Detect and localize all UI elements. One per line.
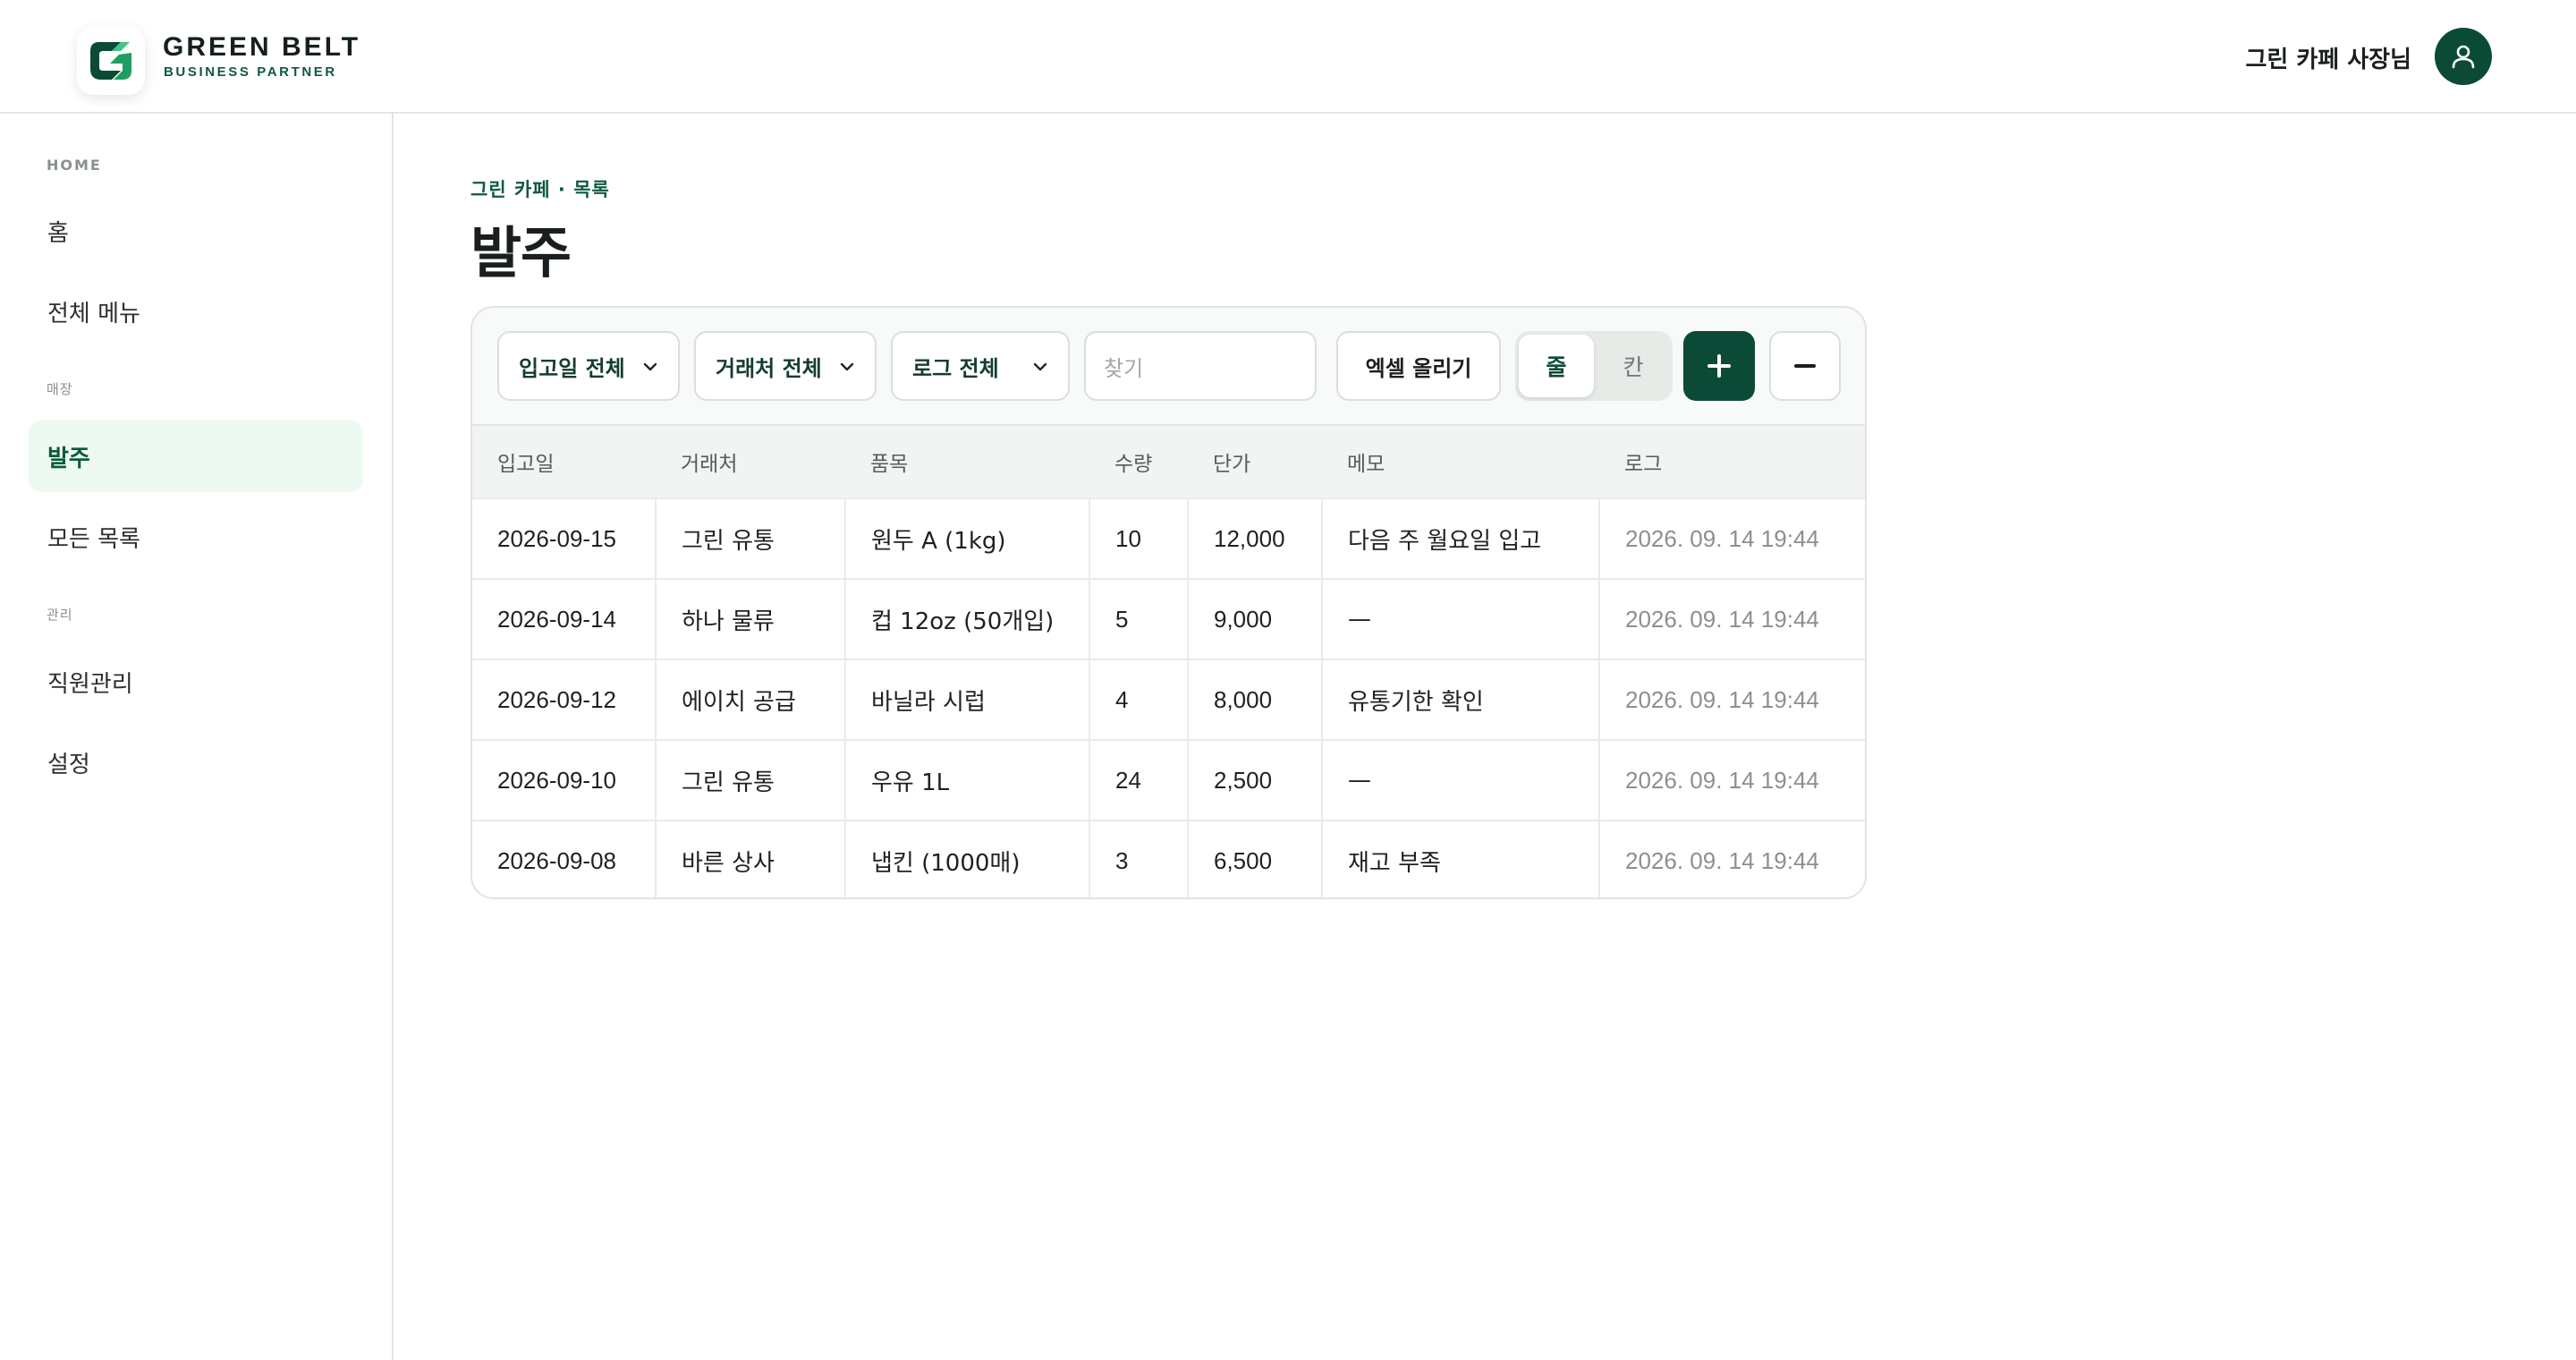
filter-date-label: 입고일 전체	[519, 355, 625, 381]
sidebar-item-label: 홈	[47, 219, 69, 247]
filter-vendor-dropdown[interactable]: 거래처 전체	[694, 331, 877, 401]
view-row-button[interactable]: 줄	[1519, 335, 1594, 397]
excel-upload-button[interactable]: 엑셀 올리기	[1336, 331, 1501, 401]
logo[interactable]	[77, 27, 145, 95]
orders-table: 입고일 거래처 품목 수량 단가 메모 로그 2026-09-15 그린 유통 …	[472, 424, 1865, 897]
table-row[interactable]: 2026-09-12 에이치 공급 바닐라 시럽 4 8,000 유통기한 확인…	[472, 659, 1865, 740]
cell-item: 냅킨 (1000매)	[844, 820, 1089, 897]
chevron-down-icon	[840, 362, 854, 371]
cell-memo: 유통기한 확인	[1321, 659, 1599, 740]
sidebar-section-home: HOME	[47, 157, 102, 174]
cell-item: 원두 A (1kg)	[844, 497, 1089, 579]
table-row[interactable]: 2026-09-10 그린 유통 우유 1L 24 2,500 — 2026. …	[472, 739, 1865, 820]
page-title: 발주	[470, 220, 572, 285]
cell-memo: 재고 부족	[1321, 820, 1599, 897]
brand-name: GREEN BELT	[163, 32, 361, 62]
cell-log: 2026. 09. 14 19:44	[1598, 578, 1865, 659]
column-header-item[interactable]: 품목	[845, 424, 1089, 498]
cell-unit-price: 6,500	[1187, 820, 1322, 897]
sidebar-item-orders[interactable]: 발주	[29, 421, 363, 492]
cell-item: 우유 1L	[844, 739, 1089, 820]
sidebar-item-label: 모든 목록	[47, 525, 140, 553]
sidebar-item-label: 직원관리	[47, 670, 133, 698]
user-icon	[2452, 45, 2475, 69]
chevron-down-icon	[1033, 362, 1047, 371]
minus-icon	[1794, 364, 1816, 368]
column-header-unit-price[interactable]: 단가	[1188, 424, 1322, 498]
table-row[interactable]: 2026-09-08 바른 상사 냅킨 (1000매) 3 6,500 재고 부…	[472, 820, 1865, 897]
column-header-quantity[interactable]: 수량	[1089, 424, 1188, 498]
cell-log: 2026. 09. 14 19:44	[1598, 739, 1865, 820]
cell-date: 2026-09-15	[472, 497, 656, 579]
view-grid-button[interactable]: 칸	[1597, 335, 1669, 397]
cell-log: 2026. 09. 14 19:44	[1598, 820, 1865, 897]
cell-log: 2026. 09. 14 19:44	[1598, 659, 1865, 740]
cell-date: 2026-09-10	[472, 739, 656, 820]
filter-vendor-label: 거래처 전체	[716, 355, 822, 381]
sidebar-item-label: 발주	[47, 445, 90, 472]
user-name: 그린 카페 사장님	[2245, 47, 2411, 73]
cell-item: 컵 12oz (50개입)	[844, 578, 1089, 659]
cell-vendor: 하나 물류	[655, 578, 845, 659]
orders-card: 입고일 전체 거래처 전체 로그 전체 찾기 엑셀 올리기 줄 칸 입고일 거래…	[470, 306, 1867, 899]
cell-memo: —	[1321, 739, 1599, 820]
column-header-vendor[interactable]: 거래처	[656, 424, 845, 498]
green-belt-g-logo-icon	[90, 42, 131, 80]
table-header-row: 입고일 거래처 품목 수량 단가 메모 로그	[472, 424, 1865, 498]
top-header: GREEN BELT BUSINESS PARTNER 그린 카페 사장님	[0, 0, 2576, 114]
sidebar-item-label: 전체 메뉴	[47, 300, 140, 327]
cell-memo: 다음 주 월요일 입고	[1321, 497, 1599, 579]
cell-unit-price: 9,000	[1187, 578, 1322, 659]
cell-quantity: 10	[1089, 497, 1188, 579]
table-row[interactable]: 2026-09-14 하나 물류 컵 12oz (50개입) 5 9,000 —…	[472, 578, 1865, 659]
sidebar-item-all-menu[interactable]: 전체 메뉴	[29, 276, 363, 347]
cell-vendor: 바른 상사	[655, 820, 845, 897]
sidebar: HOME 홈 전체 메뉴 매장 발주 모든 목록 관리 직원관리 설정	[0, 114, 394, 1360]
search-input[interactable]: 찾기	[1084, 331, 1317, 401]
filter-log-label: 로그 전체	[912, 355, 999, 381]
table-row[interactable]: 2026-09-15 그린 유통 원두 A (1kg) 10 12,000 다음…	[472, 497, 1865, 579]
add-row-button[interactable]	[1683, 331, 1755, 401]
sidebar-item-label: 설정	[47, 751, 90, 778]
cell-quantity: 4	[1089, 659, 1188, 740]
cell-unit-price: 8,000	[1187, 659, 1322, 740]
filter-date-dropdown[interactable]: 입고일 전체	[497, 331, 680, 401]
plus-icon	[1707, 354, 1731, 378]
excel-upload-label: 엑셀 올리기	[1365, 355, 1472, 381]
column-header-date[interactable]: 입고일	[472, 424, 656, 498]
cell-quantity: 3	[1089, 820, 1188, 897]
remove-row-button[interactable]	[1769, 331, 1841, 401]
cell-date: 2026-09-12	[472, 659, 656, 740]
cell-item: 바닐라 시럽	[844, 659, 1089, 740]
chevron-down-icon	[643, 362, 657, 371]
brand-tagline: BUSINESS PARTNER	[164, 64, 337, 80]
cell-memo: —	[1321, 578, 1599, 659]
cell-vendor: 그린 유통	[655, 739, 845, 820]
cell-log: 2026. 09. 14 19:44	[1598, 497, 1865, 579]
view-toggle: 줄 칸	[1515, 331, 1673, 401]
sidebar-section-manage: 관리	[47, 607, 73, 623]
breadcrumb: 그린 카페 · 목록	[470, 179, 610, 200]
cell-unit-price: 12,000	[1187, 497, 1322, 579]
avatar[interactable]	[2435, 28, 2492, 85]
sidebar-item-home[interactable]: 홈	[29, 195, 363, 267]
column-header-log[interactable]: 로그	[1599, 424, 1865, 498]
cell-date: 2026-09-14	[472, 578, 656, 659]
sidebar-item-staff[interactable]: 직원관리	[29, 646, 363, 718]
filter-log-dropdown[interactable]: 로그 전체	[891, 331, 1070, 401]
cell-unit-price: 2,500	[1187, 739, 1322, 820]
sidebar-section-store: 매장	[47, 381, 73, 397]
cell-vendor: 에이치 공급	[655, 659, 845, 740]
cell-quantity: 24	[1089, 739, 1188, 820]
cell-quantity: 5	[1089, 578, 1188, 659]
sidebar-item-all-lists[interactable]: 모든 목록	[29, 501, 363, 573]
cell-vendor: 그린 유통	[655, 497, 845, 579]
column-header-memo[interactable]: 메모	[1322, 424, 1599, 498]
search-placeholder: 찾기	[1104, 355, 1144, 381]
sidebar-item-settings[interactable]: 설정	[29, 727, 363, 798]
cell-date: 2026-09-08	[472, 820, 656, 897]
toolbar: 입고일 전체 거래처 전체 로그 전체 찾기 엑셀 올리기 줄 칸	[472, 308, 1865, 424]
